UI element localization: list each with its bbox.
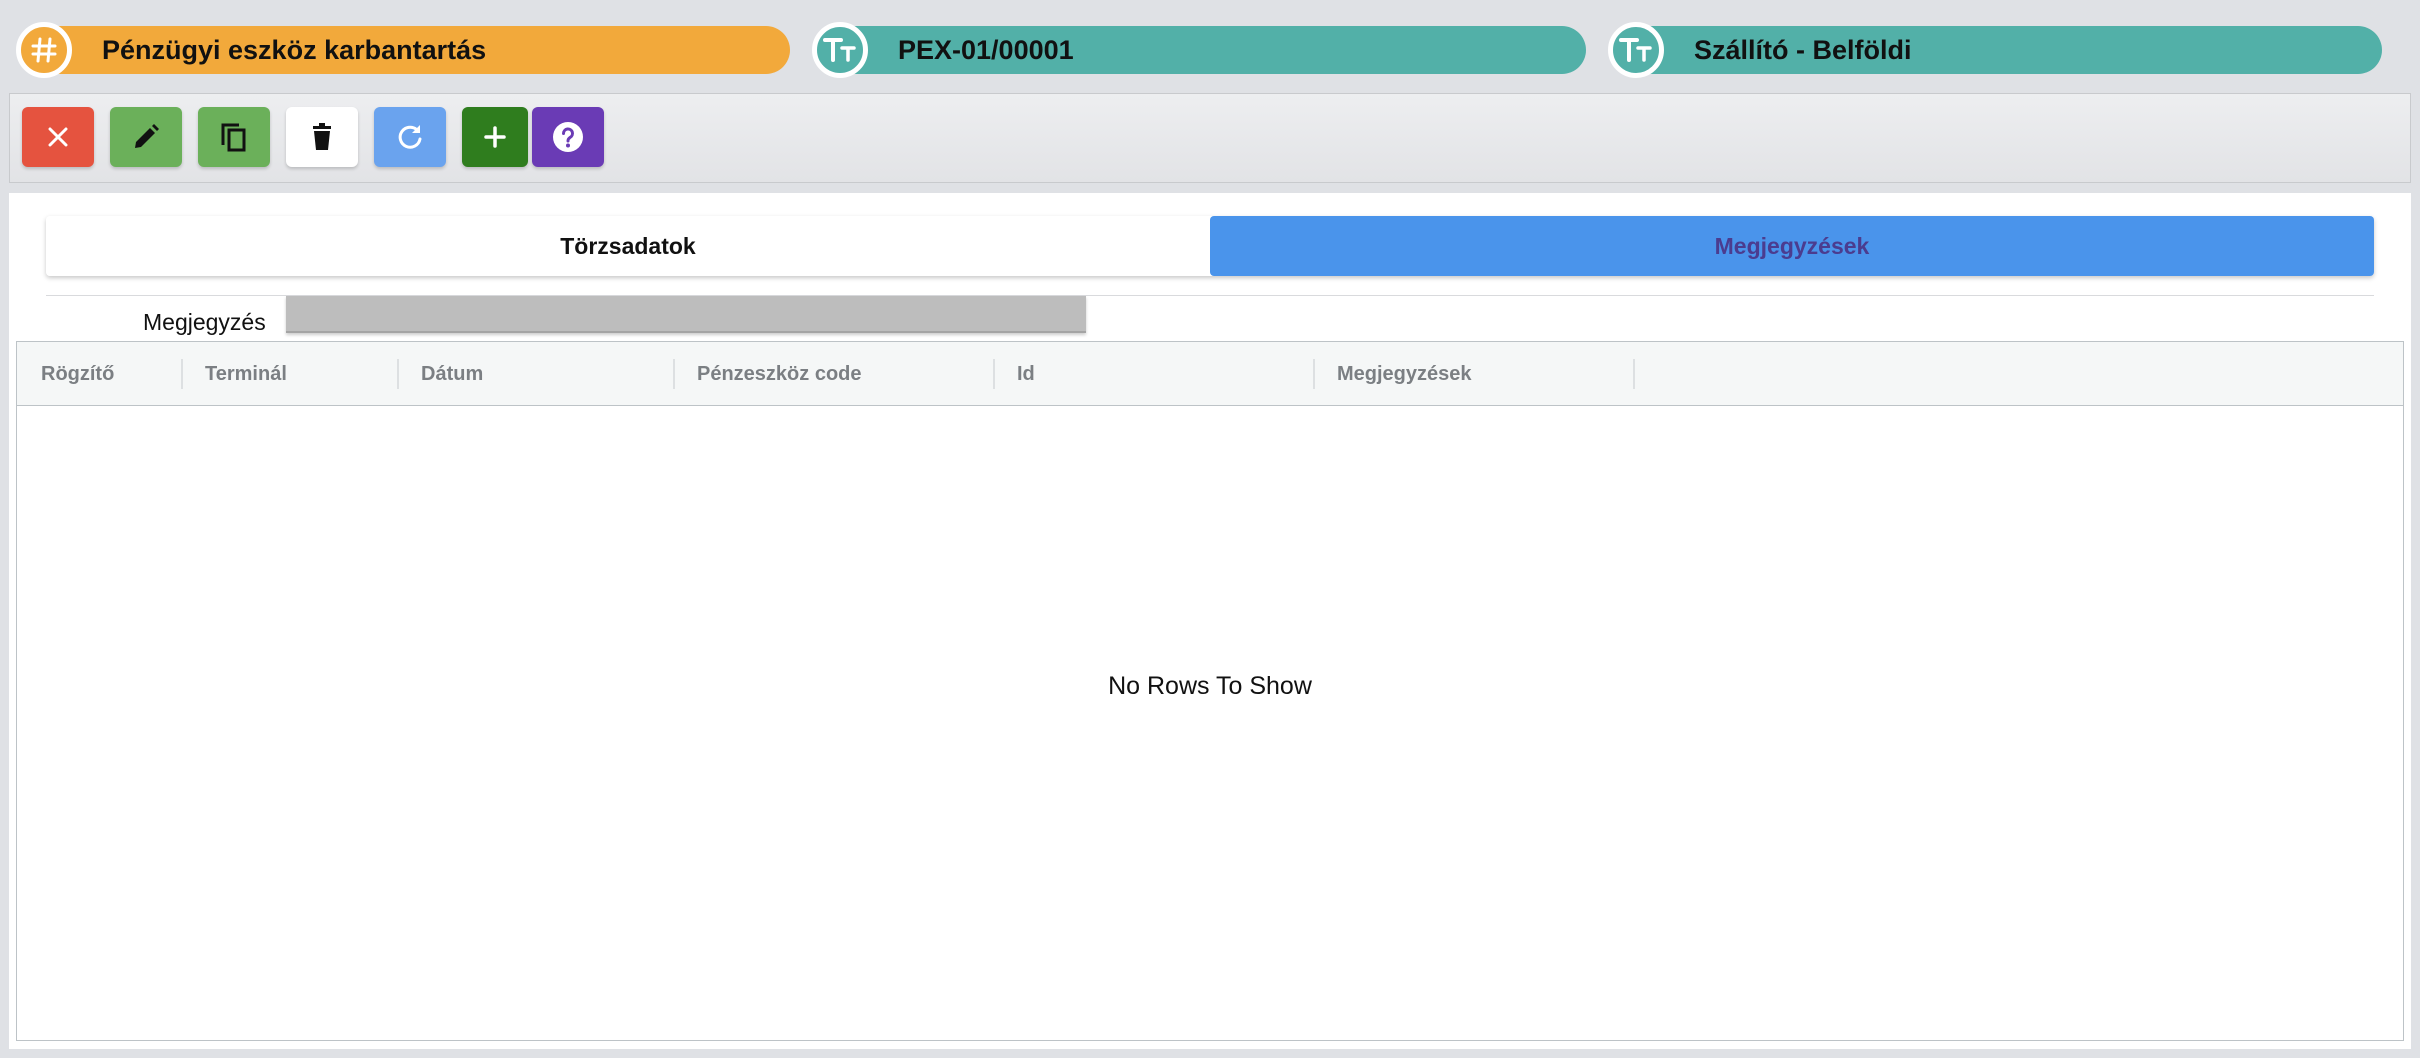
close-button[interactable]	[22, 107, 94, 167]
column-header-terminal[interactable]: Terminál	[181, 342, 397, 406]
column-header-penzeszkoz-code[interactable]: Pénzeszköz code	[673, 342, 993, 406]
hash-icon	[16, 22, 72, 78]
column-header-rogzito[interactable]: Rögzítő	[17, 342, 181, 406]
text-type-icon	[1608, 22, 1664, 78]
notes-grid: Rögzítő Terminál Dátum Pénzeszköz code I…	[16, 341, 2404, 1041]
trash-icon	[313, 123, 331, 150]
edit-button[interactable]	[110, 107, 182, 167]
form-title: Pénzügyi eszköz karbantartás	[102, 34, 487, 65]
tab-bar: Törzsadatok Megjegyzések	[46, 216, 2374, 276]
question-icon	[553, 122, 583, 152]
close-icon	[48, 127, 68, 147]
refresh-icon	[398, 125, 422, 149]
tab-megjegyzesek[interactable]: Megjegyzések	[1210, 216, 2374, 276]
column-header-datum[interactable]: Dátum	[397, 342, 673, 406]
add-button[interactable]	[462, 107, 528, 167]
grid-header: Rögzítő Terminál Dátum Pénzeszköz code I…	[17, 342, 2403, 406]
toolbar	[9, 93, 2411, 183]
record-code-pill: PEX-01/00001	[812, 22, 1586, 78]
copy-icon	[221, 123, 246, 152]
column-separator[interactable]	[1633, 359, 1635, 389]
record-code: PEX-01/00001	[898, 34, 1074, 65]
record-type: Szállító - Belföldi	[1694, 34, 1912, 65]
column-header-megjegyzesek[interactable]: Megjegyzések	[1313, 342, 1633, 406]
pencil-icon	[135, 124, 159, 148]
tab-torzsadatok[interactable]: Törzsadatok	[46, 216, 1210, 276]
content-panel: Törzsadatok Megjegyzések Megjegyzés Rögz…	[9, 193, 2411, 1049]
record-type-pill: Szállító - Belföldi	[1608, 22, 2382, 78]
copy-button[interactable]	[198, 107, 270, 167]
note-label: Megjegyzés	[143, 309, 266, 335]
refresh-button[interactable]	[374, 107, 446, 167]
delete-button[interactable]	[286, 107, 358, 167]
note-input[interactable]	[286, 296, 1086, 333]
help-button[interactable]	[532, 107, 604, 167]
plus-icon	[484, 126, 506, 148]
form-title-pill: Pénzügyi eszköz karbantartás	[16, 22, 790, 78]
text-type-icon	[812, 22, 868, 78]
column-header-id[interactable]: Id	[993, 342, 1313, 406]
no-rows-message: No Rows To Show	[1108, 672, 1312, 700]
